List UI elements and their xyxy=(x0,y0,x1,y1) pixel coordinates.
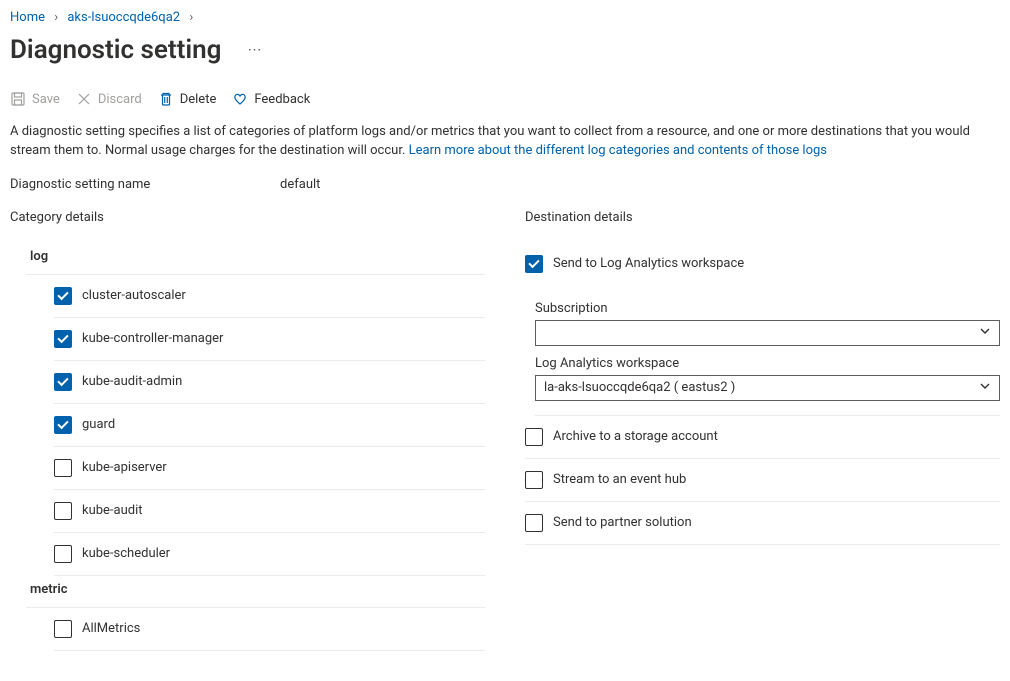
log-category-label: kube-audit-admin xyxy=(82,374,182,389)
destination-column: Destination details Send to Log Analytic… xyxy=(525,210,1000,651)
learn-more-link[interactable]: Learn more about the different log categ… xyxy=(409,143,827,158)
log-analytics-form: Subscription Log Analytics workspace la-… xyxy=(535,285,1000,416)
dest-storage-row: Archive to a storage account xyxy=(525,416,1000,459)
dest-eventhub-row: Stream to an event hub xyxy=(525,459,1000,502)
feedback-button[interactable]: Feedback xyxy=(232,91,310,107)
dest-partner-row: Send to partner solution xyxy=(525,502,1000,545)
list-item: guard xyxy=(54,404,485,447)
list-item: kube-controller-manager xyxy=(54,318,485,361)
dest-log-analytics-label: Send to Log Analytics workspace xyxy=(553,256,744,271)
breadcrumb-resource[interactable]: aks-lsuoccqde6qa2 xyxy=(67,10,180,25)
workspace-label: Log Analytics workspace xyxy=(535,356,1000,371)
log-category-label: guard xyxy=(82,417,115,432)
setting-name-row: Diagnostic setting name default xyxy=(10,177,1000,192)
subscription-select[interactable] xyxy=(535,320,1000,346)
metric-group-label: metric xyxy=(26,576,485,608)
log-category-checkbox[interactable] xyxy=(54,287,72,305)
log-category-checkbox[interactable] xyxy=(54,545,72,563)
subscription-label: Subscription xyxy=(535,301,1000,316)
chevron-right-icon: › xyxy=(183,10,199,25)
breadcrumb-home[interactable]: Home xyxy=(10,10,45,25)
trash-icon xyxy=(158,91,174,107)
chevron-right-icon: › xyxy=(48,10,64,25)
dest-log-analytics-checkbox[interactable] xyxy=(525,255,543,273)
logs-group-label: log xyxy=(26,243,485,275)
log-category-checkbox[interactable] xyxy=(54,502,72,520)
list-item: kube-scheduler xyxy=(54,533,485,576)
setting-name-value: default xyxy=(280,177,320,192)
log-category-label: cluster-autoscaler xyxy=(82,288,186,303)
log-category-label: kube-audit xyxy=(82,503,143,518)
log-category-label: kube-controller-manager xyxy=(82,331,223,346)
toolbar: Save Discard Delete Feedback xyxy=(10,87,1000,123)
list-item: kube-apiserver xyxy=(54,447,485,490)
category-column: Category details log cluster-autoscaler k… xyxy=(10,210,485,651)
delete-button[interactable]: Delete xyxy=(158,91,217,107)
discard-button[interactable]: Discard xyxy=(76,91,142,107)
save-icon xyxy=(10,91,26,107)
breadcrumb: Home › aks-lsuoccqde6qa2 › xyxy=(10,8,1000,35)
list-item: kube-audit xyxy=(54,490,485,533)
list-item: AllMetrics xyxy=(54,608,485,651)
log-category-checkbox[interactable] xyxy=(54,373,72,391)
dest-eventhub-checkbox[interactable] xyxy=(525,471,543,489)
category-section-title: Category details xyxy=(10,210,485,225)
dest-partner-checkbox[interactable] xyxy=(525,514,543,532)
destination-section-title: Destination details xyxy=(525,210,1000,225)
log-category-checkbox[interactable] xyxy=(54,459,72,477)
log-category-checkbox[interactable] xyxy=(54,330,72,348)
metrics-list: AllMetrics xyxy=(10,608,485,651)
list-item: cluster-autoscaler xyxy=(54,275,485,318)
workspace-value: la-aks-lsuoccqde6qa2 ( eastus2 ) xyxy=(544,380,735,395)
metric-category-checkbox[interactable] xyxy=(54,620,72,638)
log-category-label: kube-scheduler xyxy=(82,546,170,561)
description: A diagnostic setting specifies a list of… xyxy=(10,123,970,161)
chevron-down-icon xyxy=(979,380,991,396)
log-category-checkbox[interactable] xyxy=(54,416,72,434)
dest-log-analytics-row: Send to Log Analytics workspace xyxy=(525,243,1000,285)
setting-name-label: Diagnostic setting name xyxy=(10,177,280,192)
dest-storage-label: Archive to a storage account xyxy=(553,429,718,444)
workspace-select[interactable]: la-aks-lsuoccqde6qa2 ( eastus2 ) xyxy=(535,375,1000,401)
page-title: Diagnostic setting ⋯ xyxy=(10,35,1000,65)
dest-eventhub-label: Stream to an event hub xyxy=(553,472,686,487)
logs-list: cluster-autoscaler kube-controller-manage… xyxy=(10,275,485,576)
heart-icon xyxy=(232,91,248,107)
dest-storage-checkbox[interactable] xyxy=(525,428,543,446)
metric-category-label: AllMetrics xyxy=(82,621,140,636)
close-icon xyxy=(76,91,92,107)
save-button[interactable]: Save xyxy=(10,91,60,107)
list-item: kube-audit-admin xyxy=(54,361,485,404)
log-category-label: kube-apiserver xyxy=(82,460,167,475)
page-title-text: Diagnostic setting xyxy=(10,35,221,65)
chevron-down-icon xyxy=(979,325,991,341)
more-actions-button[interactable]: ⋯ xyxy=(221,42,263,58)
dest-partner-label: Send to partner solution xyxy=(553,515,692,530)
